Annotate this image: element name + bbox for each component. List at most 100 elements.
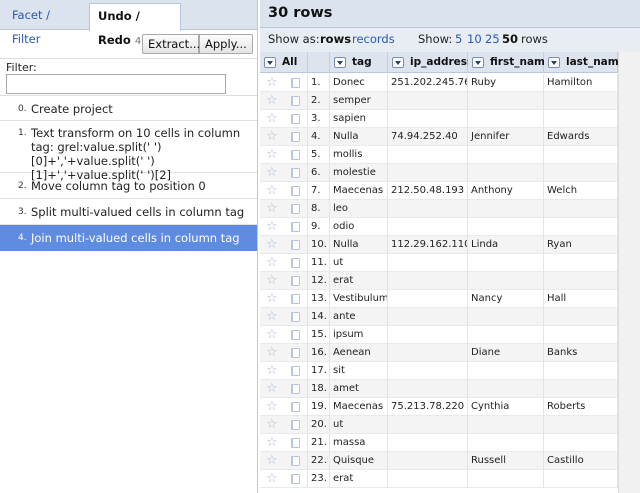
cell-ip-address[interactable]: 75.213.78.220 [388, 398, 468, 416]
dropdown-arrow-icon[interactable] [264, 57, 276, 68]
dropdown-arrow-icon[interactable] [472, 57, 484, 68]
star-icon[interactable]: ☆ [266, 148, 278, 162]
cell-tag[interactable]: ipsum [330, 326, 388, 344]
flag-icon[interactable] [291, 258, 300, 268]
flag-icon[interactable] [291, 132, 300, 142]
cell-last-name[interactable] [544, 254, 618, 272]
cell-first-name[interactable] [468, 308, 544, 326]
history-item[interactable]: 2. Move column tag to position 0 [0, 173, 257, 199]
cell-last-name[interactable]: Hamilton [544, 74, 618, 92]
flag-icon[interactable] [291, 384, 300, 394]
star-icon[interactable]: ☆ [266, 184, 278, 198]
flag-icon[interactable] [291, 114, 300, 124]
cell-ip-address[interactable]: 74.94.252.40 [388, 128, 468, 146]
view-rows-option[interactable]: rows [320, 32, 351, 46]
star-icon[interactable]: ☆ [266, 76, 278, 90]
cell-tag[interactable]: erat [330, 470, 388, 488]
cell-tag[interactable]: Quisque [330, 452, 388, 470]
cell-tag[interactable]: mollis [330, 146, 388, 164]
column-header-last-name[interactable]: last_name [544, 52, 626, 73]
flag-icon[interactable] [291, 330, 300, 340]
cell-first-name[interactable] [468, 362, 544, 380]
cell-last-name[interactable] [544, 470, 618, 488]
flag-icon[interactable] [291, 456, 300, 466]
flag-icon[interactable] [291, 312, 300, 322]
flag-icon[interactable] [291, 168, 300, 178]
history-item[interactable]: 3. Split multi-valued cells in column tag [0, 199, 257, 225]
column-header-tag[interactable]: tag [330, 52, 388, 73]
cell-ip-address[interactable] [388, 434, 468, 452]
cell-last-name[interactable]: Roberts [544, 398, 618, 416]
star-icon[interactable]: ☆ [266, 238, 278, 252]
star-icon[interactable]: ☆ [266, 400, 278, 414]
cell-ip-address[interactable] [388, 416, 468, 434]
cell-ip-address[interactable] [388, 344, 468, 362]
cell-last-name[interactable] [544, 434, 618, 452]
flag-icon[interactable] [291, 276, 300, 286]
cell-first-name[interactable] [468, 434, 544, 452]
dropdown-arrow-icon[interactable] [334, 57, 346, 68]
flag-icon[interactable] [291, 402, 300, 412]
flag-icon[interactable] [291, 348, 300, 358]
history-item[interactable]: 4. Join multi-valued cells in column tag [0, 225, 257, 251]
cell-last-name[interactable]: Castillo [544, 452, 618, 470]
star-icon[interactable]: ☆ [266, 94, 278, 108]
flag-icon[interactable] [291, 420, 300, 430]
flag-icon[interactable] [291, 204, 300, 214]
tab-facet-filter[interactable]: Facet / Filter [4, 3, 86, 46]
column-header-ip-address[interactable]: ip_address [388, 52, 473, 73]
cell-last-name[interactable]: Ryan [544, 236, 618, 254]
cell-tag[interactable]: ut [330, 416, 388, 434]
flag-icon[interactable] [291, 294, 300, 304]
cell-first-name[interactable] [468, 110, 544, 128]
page-size-50[interactable]: 50 [502, 32, 518, 46]
cell-ip-address[interactable] [388, 452, 468, 470]
cell-ip-address[interactable] [388, 146, 468, 164]
page-size-5[interactable]: 5 [455, 32, 462, 46]
cell-last-name[interactable] [544, 308, 618, 326]
cell-tag[interactable]: amet [330, 380, 388, 398]
cell-tag[interactable]: erat [330, 272, 388, 290]
page-size-10[interactable]: 10 [467, 32, 482, 46]
column-header-first-name[interactable]: first_name [468, 52, 552, 73]
cell-ip-address[interactable] [388, 326, 468, 344]
star-icon[interactable]: ☆ [266, 274, 278, 288]
cell-first-name[interactable] [468, 92, 544, 110]
cell-first-name[interactable] [468, 326, 544, 344]
history-item[interactable]: 1. Text transform on 10 cells in column t… [0, 121, 257, 182]
dropdown-arrow-icon[interactable] [392, 57, 404, 68]
flag-icon[interactable] [291, 78, 300, 88]
cell-first-name[interactable] [468, 272, 544, 290]
cell-tag[interactable]: sapien [330, 110, 388, 128]
cell-first-name[interactable]: Nancy [468, 290, 544, 308]
star-icon[interactable]: ☆ [266, 328, 278, 342]
star-icon[interactable]: ☆ [266, 346, 278, 360]
flag-icon[interactable] [291, 240, 300, 250]
cell-tag[interactable]: molestie [330, 164, 388, 182]
cell-tag[interactable]: Nulla [330, 128, 388, 146]
star-icon[interactable]: ☆ [266, 220, 278, 234]
star-icon[interactable]: ☆ [266, 382, 278, 396]
cell-ip-address[interactable] [388, 218, 468, 236]
cell-tag[interactable]: Maecenas [330, 398, 388, 416]
star-icon[interactable]: ☆ [266, 310, 278, 324]
cell-ip-address[interactable] [388, 200, 468, 218]
cell-last-name[interactable] [544, 92, 618, 110]
column-header-all[interactable]: All [260, 52, 308, 73]
cell-first-name[interactable] [468, 164, 544, 182]
cell-ip-address[interactable] [388, 308, 468, 326]
cell-first-name[interactable]: Anthony [468, 182, 544, 200]
cell-ip-address[interactable] [388, 470, 468, 488]
extract-button[interactable]: Extract... [142, 34, 200, 54]
star-icon[interactable]: ☆ [266, 454, 278, 468]
cell-ip-address[interactable]: 251.202.245.76 [388, 74, 468, 92]
star-icon[interactable]: ☆ [266, 364, 278, 378]
cell-first-name[interactable]: Linda [468, 236, 544, 254]
cell-ip-address[interactable]: 212.50.48.193 [388, 182, 468, 200]
cell-first-name[interactable]: Russell [468, 452, 544, 470]
cell-ip-address[interactable] [388, 254, 468, 272]
cell-ip-address[interactable] [388, 164, 468, 182]
cell-first-name[interactable] [468, 470, 544, 488]
cell-last-name[interactable]: Hall [544, 290, 618, 308]
tab-undo-redo[interactable]: Undo / Redo 4 [89, 3, 181, 47]
